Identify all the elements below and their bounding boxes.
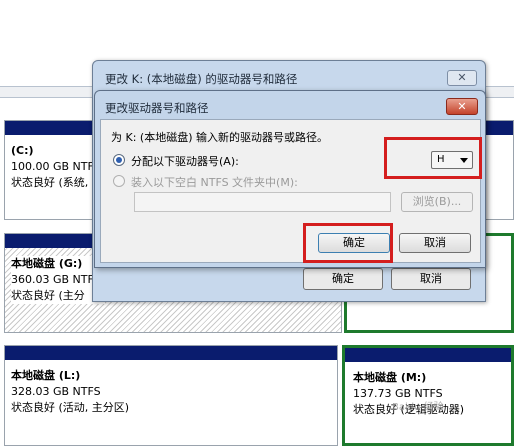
volume-size: 360.03 GB NTFS	[11, 273, 101, 286]
change-drive-letter-path-dialog: 更改驱动器号和路径 ✕ 为 K: (本地磁盘) 输入新的驱动器号或路径。 分配以…	[94, 90, 486, 268]
browse-button[interactable]: 浏览(B)...	[401, 192, 473, 212]
volume-m[interactable]: 本地磁盘 (M:) 137.73 GB NTFS 状态良好 (逻辑驱动器)	[342, 345, 514, 446]
volume-bar	[5, 346, 337, 360]
mount-folder-label[interactable]: 装入以下空白 NTFS 文件夹中(M):	[131, 174, 298, 190]
volume-name: 本地磁盘 (M:)	[353, 371, 427, 384]
assign-letter-radio[interactable]	[113, 154, 125, 166]
mount-folder-radio[interactable]	[113, 175, 125, 187]
volume-status: 状态良好 (主分	[11, 289, 85, 302]
volume-name: (C:)	[11, 144, 34, 157]
watermark: Baidu 经验	[392, 402, 444, 413]
back-ok-button[interactable]: 确定	[303, 268, 383, 290]
volume-size: 328.03 GB NTFS	[11, 385, 101, 398]
volume-name: 本地磁盘 (G:)	[11, 257, 83, 270]
assign-letter-label[interactable]: 分配以下驱动器号(A):	[131, 153, 239, 169]
dialog-prompt: 为 K: (本地磁盘) 输入新的驱动器号或路径。	[111, 131, 328, 144]
volume-l[interactable]: 本地磁盘 (L:) 328.03 GB NTFS 状态良好 (活动, 主分区)	[4, 345, 338, 446]
annotation-drive-letter	[384, 137, 482, 179]
volume-status: 状态良好 (活动, 主分区)	[11, 401, 130, 414]
volume-status: 状态良好 (系统,	[11, 176, 89, 189]
dialog-title: 更改 K: (本地磁盘) 的驱动器号和路径	[105, 72, 298, 86]
volume-name: 本地磁盘 (L:)	[11, 369, 81, 382]
volume-size: 100.00 GB NTFS	[11, 160, 101, 173]
dialog-title: 更改驱动器号和路径	[105, 101, 209, 115]
close-button[interactable]: ✕	[446, 98, 478, 115]
volume-bar	[345, 348, 511, 362]
close-button[interactable]: ✕	[447, 70, 477, 86]
cancel-button[interactable]: 取消	[399, 233, 471, 253]
annotation-ok-button	[303, 223, 393, 263]
back-cancel-button[interactable]: 取消	[391, 268, 471, 290]
folder-path-input[interactable]	[134, 192, 391, 212]
